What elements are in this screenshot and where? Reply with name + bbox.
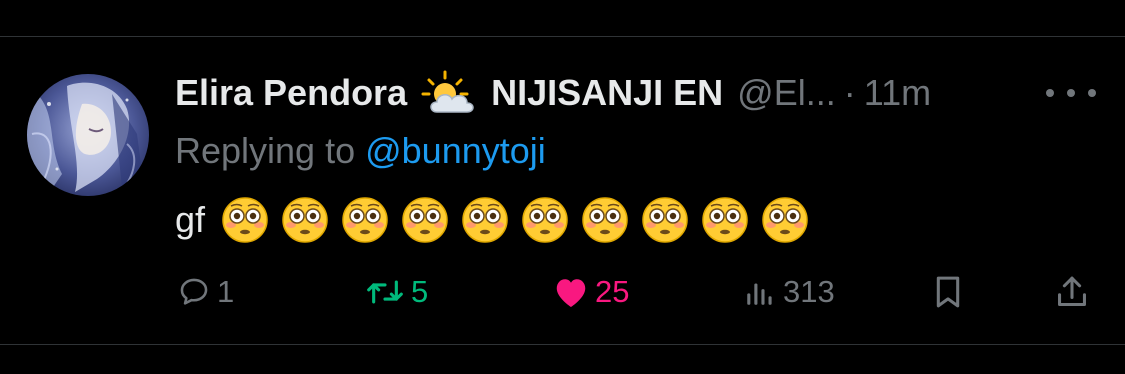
- action-bar: 1 5 25 313: [175, 270, 1095, 314]
- reply-button[interactable]: 1: [177, 270, 234, 314]
- replying-to-label: Replying to: [175, 130, 356, 171]
- retweet-button[interactable]: 5: [365, 270, 428, 314]
- tweet-timestamp[interactable]: 11m: [864, 72, 931, 114]
- reply-count: 1: [217, 274, 235, 309]
- share-button[interactable]: [1055, 270, 1089, 314]
- tweet-body: gf: [175, 194, 821, 246]
- avatar[interactable]: [27, 74, 149, 196]
- flushed-face-emoji-icon: [702, 197, 748, 243]
- view-count: 313: [783, 274, 835, 309]
- tweet-text: gf: [175, 199, 206, 240]
- flushed-face-emoji-icon: [642, 197, 688, 243]
- flushed-face-emoji-icon: [582, 197, 628, 243]
- top-divider: [0, 36, 1125, 37]
- flushed-face-emoji-icon: [342, 197, 388, 243]
- bookmark-icon: [936, 276, 960, 308]
- tweet-header: Elira Pendora NIJISANJI EN @El... · 11m: [175, 66, 1095, 120]
- bookmark-button[interactable]: [931, 270, 965, 314]
- retweet-count: 5: [411, 274, 429, 309]
- like-button[interactable]: 25: [553, 270, 629, 314]
- flushed-face-emoji-icon: [402, 197, 448, 243]
- sun-behind-cloud-icon: [421, 70, 474, 113]
- author-display-name[interactable]: Elira Pendora: [175, 72, 407, 114]
- avatar-image: [27, 74, 149, 196]
- header-separator: ·: [843, 72, 856, 113]
- replying-to: Replying to @bunnytoji: [175, 128, 546, 174]
- flushed-face-emoji-icon: [462, 197, 508, 243]
- emoji-row: [221, 196, 821, 244]
- views-button[interactable]: 313: [743, 270, 835, 314]
- more-options-icon[interactable]: [1046, 79, 1096, 107]
- bottom-divider: [0, 344, 1125, 345]
- author-affiliation: NIJISANJI EN: [491, 72, 724, 113]
- retweet-icon: [367, 280, 403, 304]
- heart-icon: [556, 279, 586, 307]
- share-icon: [1058, 276, 1086, 306]
- views-icon: [747, 283, 772, 305]
- flushed-face-emoji-icon: [762, 197, 808, 243]
- author-handle[interactable]: @El...: [737, 72, 836, 114]
- replying-to-handle[interactable]: @bunnytoji: [365, 130, 546, 172]
- flushed-face-emoji-icon: [282, 197, 328, 243]
- like-count: 25: [595, 274, 630, 309]
- flushed-face-emoji-icon: [222, 197, 268, 243]
- reply-icon: [180, 278, 208, 305]
- flushed-face-emoji-icon: [522, 197, 568, 243]
